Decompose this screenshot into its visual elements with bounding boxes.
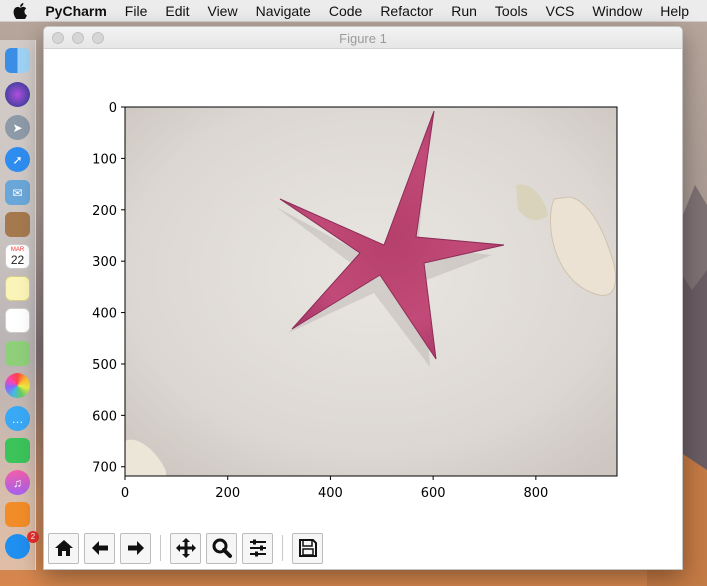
floppy-disk-icon: [298, 539, 317, 557]
zoom-button[interactable]: [206, 532, 237, 564]
magnifier-icon: [212, 538, 232, 558]
maps-icon[interactable]: [5, 341, 30, 366]
launchpad-icon[interactable]: ➤: [5, 115, 30, 140]
siri-icon[interactable]: [5, 82, 30, 107]
arrow-right-icon: [127, 541, 144, 555]
x-tick-label: 0: [121, 486, 129, 501]
arrow-left-icon: [91, 541, 108, 555]
y-tick-label: 700: [92, 461, 117, 476]
menu-navigate[interactable]: Navigate: [256, 3, 311, 19]
menu-vcs[interactable]: VCS: [546, 3, 575, 19]
menu-app-name[interactable]: PyCharm: [45, 3, 106, 19]
menu-tools[interactable]: Tools: [495, 3, 528, 19]
mail-icon[interactable]: ✉: [5, 180, 30, 205]
reminders-icon[interactable]: [5, 308, 30, 333]
y-tick-label: 0: [109, 101, 117, 116]
y-tick-label: 300: [92, 255, 117, 270]
window-titlebar[interactable]: Figure 1: [44, 27, 682, 49]
move-arrows-icon: [175, 538, 196, 558]
figure-canvas[interactable]: 0 200 400 600 800 0 100 200 300 400 500 600 700: [44, 49, 683, 529]
menu-refactor[interactable]: Refactor: [380, 3, 433, 19]
figure-window: Figure 1 0 200 400 600 800 0 100 200 300…: [43, 26, 683, 570]
home-button[interactable]: [48, 532, 79, 564]
dock: ➤ ➚ ✉ MAR 22 … ♫ 2: [0, 40, 39, 570]
menu-view[interactable]: View: [207, 3, 237, 19]
pan-button[interactable]: [170, 532, 201, 564]
notes-icon[interactable]: [5, 276, 30, 301]
toolbar-separator: [282, 535, 283, 561]
y-tick-label: 100: [92, 152, 117, 167]
app-store-icon[interactable]: 2: [5, 531, 39, 559]
forward-button[interactable]: [120, 532, 151, 564]
calendar-icon[interactable]: MAR 22: [5, 244, 30, 269]
window-title: Figure 1: [339, 31, 387, 46]
y-tick-label: 600: [92, 409, 117, 424]
y-tick-label: 200: [92, 204, 117, 219]
image-axes: [125, 107, 617, 476]
calendar-day: 22: [10, 252, 25, 267]
ibooks-icon[interactable]: [5, 502, 30, 527]
y-tick-label: 500: [92, 358, 117, 373]
menu-help[interactable]: Help: [660, 3, 689, 19]
facetime-icon[interactable]: [5, 438, 30, 463]
menu-run[interactable]: Run: [451, 3, 477, 19]
messages-icon[interactable]: …: [5, 406, 30, 431]
x-tick-label: 600: [421, 486, 446, 501]
itunes-icon[interactable]: ♫: [5, 470, 30, 495]
menu-code[interactable]: Code: [329, 3, 362, 19]
toolbar-separator: [160, 535, 161, 561]
menu-window[interactable]: Window: [592, 3, 642, 19]
x-axis: 0 200 400 600 800: [121, 476, 548, 501]
y-axis: 0 100 200 300 400 500 600 700: [92, 101, 125, 476]
sliders-icon: [249, 539, 266, 557]
apple-menu-icon[interactable]: [13, 2, 31, 19]
menu-bar: PyCharm File Edit View Navigate Code Ref…: [0, 0, 707, 22]
navigation-toolbar: [48, 532, 328, 564]
menu-edit[interactable]: Edit: [165, 3, 189, 19]
y-tick-label: 400: [92, 307, 117, 322]
x-tick-label: 800: [523, 486, 548, 501]
finder-icon[interactable]: [5, 48, 30, 73]
save-button[interactable]: [292, 532, 323, 564]
configure-subplots-button[interactable]: [242, 532, 273, 564]
menu-file[interactable]: File: [125, 3, 148, 19]
x-tick-label: 400: [318, 486, 343, 501]
safari-icon[interactable]: ➚: [5, 147, 30, 172]
home-icon: [54, 540, 73, 556]
app-store-badge: 2: [27, 531, 39, 543]
photos-icon[interactable]: [5, 373, 30, 398]
back-button[interactable]: [84, 532, 115, 564]
contacts-icon[interactable]: [5, 212, 30, 237]
x-tick-label: 200: [215, 486, 240, 501]
